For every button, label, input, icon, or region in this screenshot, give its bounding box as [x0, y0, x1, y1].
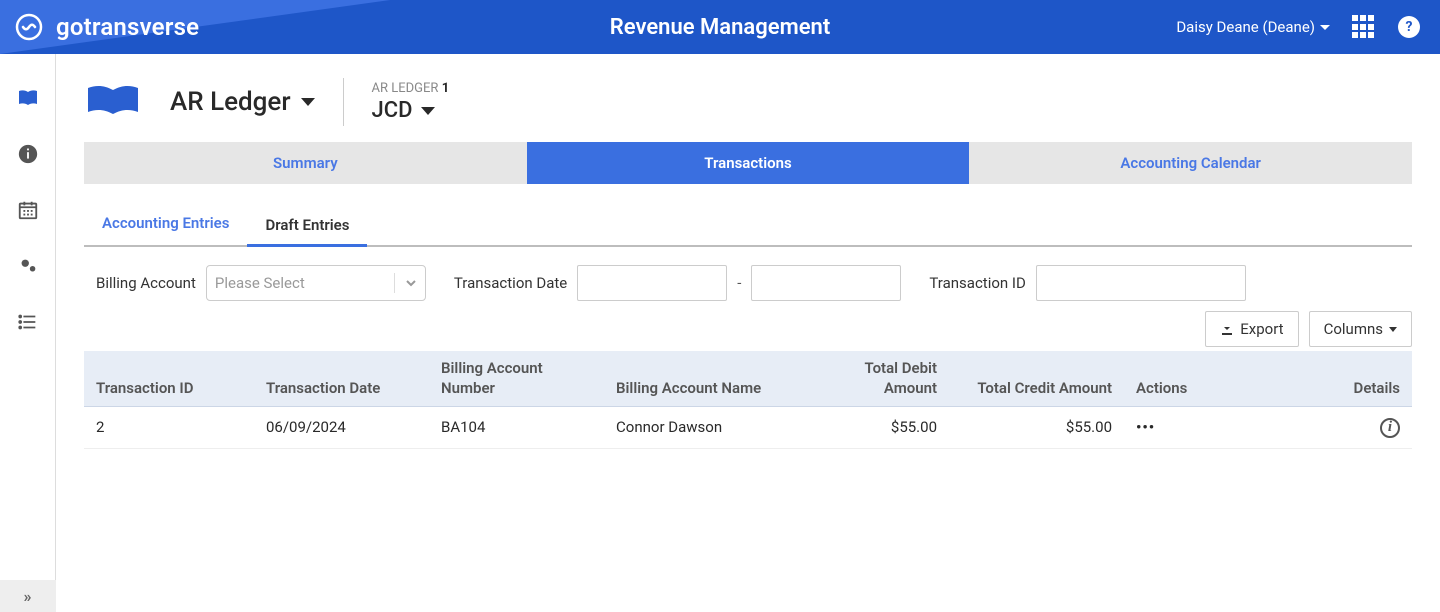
cell-ba-num: BA104: [429, 407, 604, 449]
nav-settings-icon[interactable]: [0, 238, 56, 294]
col-ba-name[interactable]: Billing Account Name: [604, 351, 799, 407]
subtab-accounting-entries[interactable]: Accounting Entries: [84, 204, 247, 245]
columns-button[interactable]: Columns: [1309, 311, 1412, 347]
sub-tabs: Accounting Entries Draft Entries: [84, 204, 1412, 247]
download-icon: [1220, 322, 1234, 336]
ledger-instance-selector[interactable]: AR LEDGER 1 JCD: [372, 81, 450, 123]
nav-ledger-icon[interactable]: [0, 70, 56, 126]
col-ba-num[interactable]: Billing Account Number: [429, 351, 604, 407]
nav-list-icon[interactable]: [0, 294, 56, 350]
table-row: 2 06/09/2024 BA104 Connor Dawson $55.00 …: [84, 407, 1412, 449]
chevron-down-icon: [301, 98, 315, 106]
transaction-date-to[interactable]: [751, 265, 901, 301]
user-name: Daisy Deane (Deane): [1176, 18, 1315, 36]
cell-debit: $55.00: [799, 407, 949, 449]
tab-accounting-calendar[interactable]: Accounting Calendar: [969, 142, 1412, 184]
export-label: Export: [1240, 320, 1283, 338]
export-button[interactable]: Export: [1205, 311, 1298, 347]
transaction-date-label: Transaction Date: [454, 274, 567, 292]
row-actions-menu[interactable]: •••: [1136, 418, 1155, 436]
tab-summary[interactable]: Summary: [84, 142, 527, 184]
chevron-down-icon: [1389, 327, 1397, 332]
left-sidebar: »: [0, 54, 56, 612]
cell-ba-name: Connor Dawson: [604, 407, 799, 449]
row-details-icon[interactable]: i: [1380, 418, 1400, 438]
nav-info-icon[interactable]: [0, 126, 56, 182]
ledger-selector[interactable]: AR Ledger: [170, 87, 315, 117]
col-credit[interactable]: Total Credit Amount: [949, 351, 1124, 407]
col-debit[interactable]: Total Debit Amount: [799, 351, 949, 407]
col-details[interactable]: Details: [1294, 351, 1412, 407]
page-title: Revenue Management: [610, 15, 830, 40]
top-bar: gotransverse Revenue Management Daisy De…: [0, 0, 1440, 54]
chevron-down-icon: [421, 107, 435, 115]
brand-logo-icon: [14, 12, 44, 42]
nav-calendar-icon[interactable]: [0, 182, 56, 238]
tab-transactions[interactable]: Transactions: [527, 142, 970, 184]
transaction-id-input[interactable]: [1036, 265, 1246, 301]
col-txn-date[interactable]: Transaction Date: [254, 351, 429, 407]
chevron-down-icon: [1320, 25, 1330, 30]
vertical-divider: [343, 78, 344, 126]
brand-name: gotransverse: [56, 13, 199, 41]
apps-grid-icon[interactable]: [1352, 15, 1376, 39]
billing-account-label: Billing Account: [96, 274, 196, 292]
user-menu[interactable]: Daisy Deane (Deane): [1176, 18, 1330, 36]
ledger-title: AR Ledger: [170, 87, 291, 117]
cell-txn-date: 06/09/2024: [254, 407, 429, 449]
ledger-instance-value: JCD: [372, 98, 413, 123]
cell-credit: $55.00: [949, 407, 1124, 449]
ledger-icon: [84, 80, 142, 124]
cell-txn-id: 2: [84, 407, 254, 449]
expand-sidebar-button[interactable]: »: [0, 580, 56, 612]
billing-account-placeholder: Please Select: [215, 274, 305, 292]
help-icon[interactable]: ?: [1398, 16, 1420, 38]
col-actions[interactable]: Actions: [1124, 351, 1294, 407]
col-txn-id[interactable]: Transaction ID: [84, 351, 254, 407]
transactions-table: Transaction ID Transaction Date Billing …: [84, 351, 1412, 449]
transaction-date-from[interactable]: [577, 265, 727, 301]
transaction-id-label: Transaction ID: [929, 274, 1025, 292]
subtab-draft-entries[interactable]: Draft Entries: [247, 206, 367, 247]
ledger-instance-label: AR LEDGER 1: [372, 81, 450, 96]
main-tabs: Summary Transactions Accounting Calendar: [84, 142, 1412, 184]
date-range-separator: -: [737, 274, 741, 292]
billing-account-select[interactable]: Please Select: [206, 265, 426, 301]
columns-label: Columns: [1324, 320, 1383, 338]
chevron-down-icon: [394, 273, 417, 293]
